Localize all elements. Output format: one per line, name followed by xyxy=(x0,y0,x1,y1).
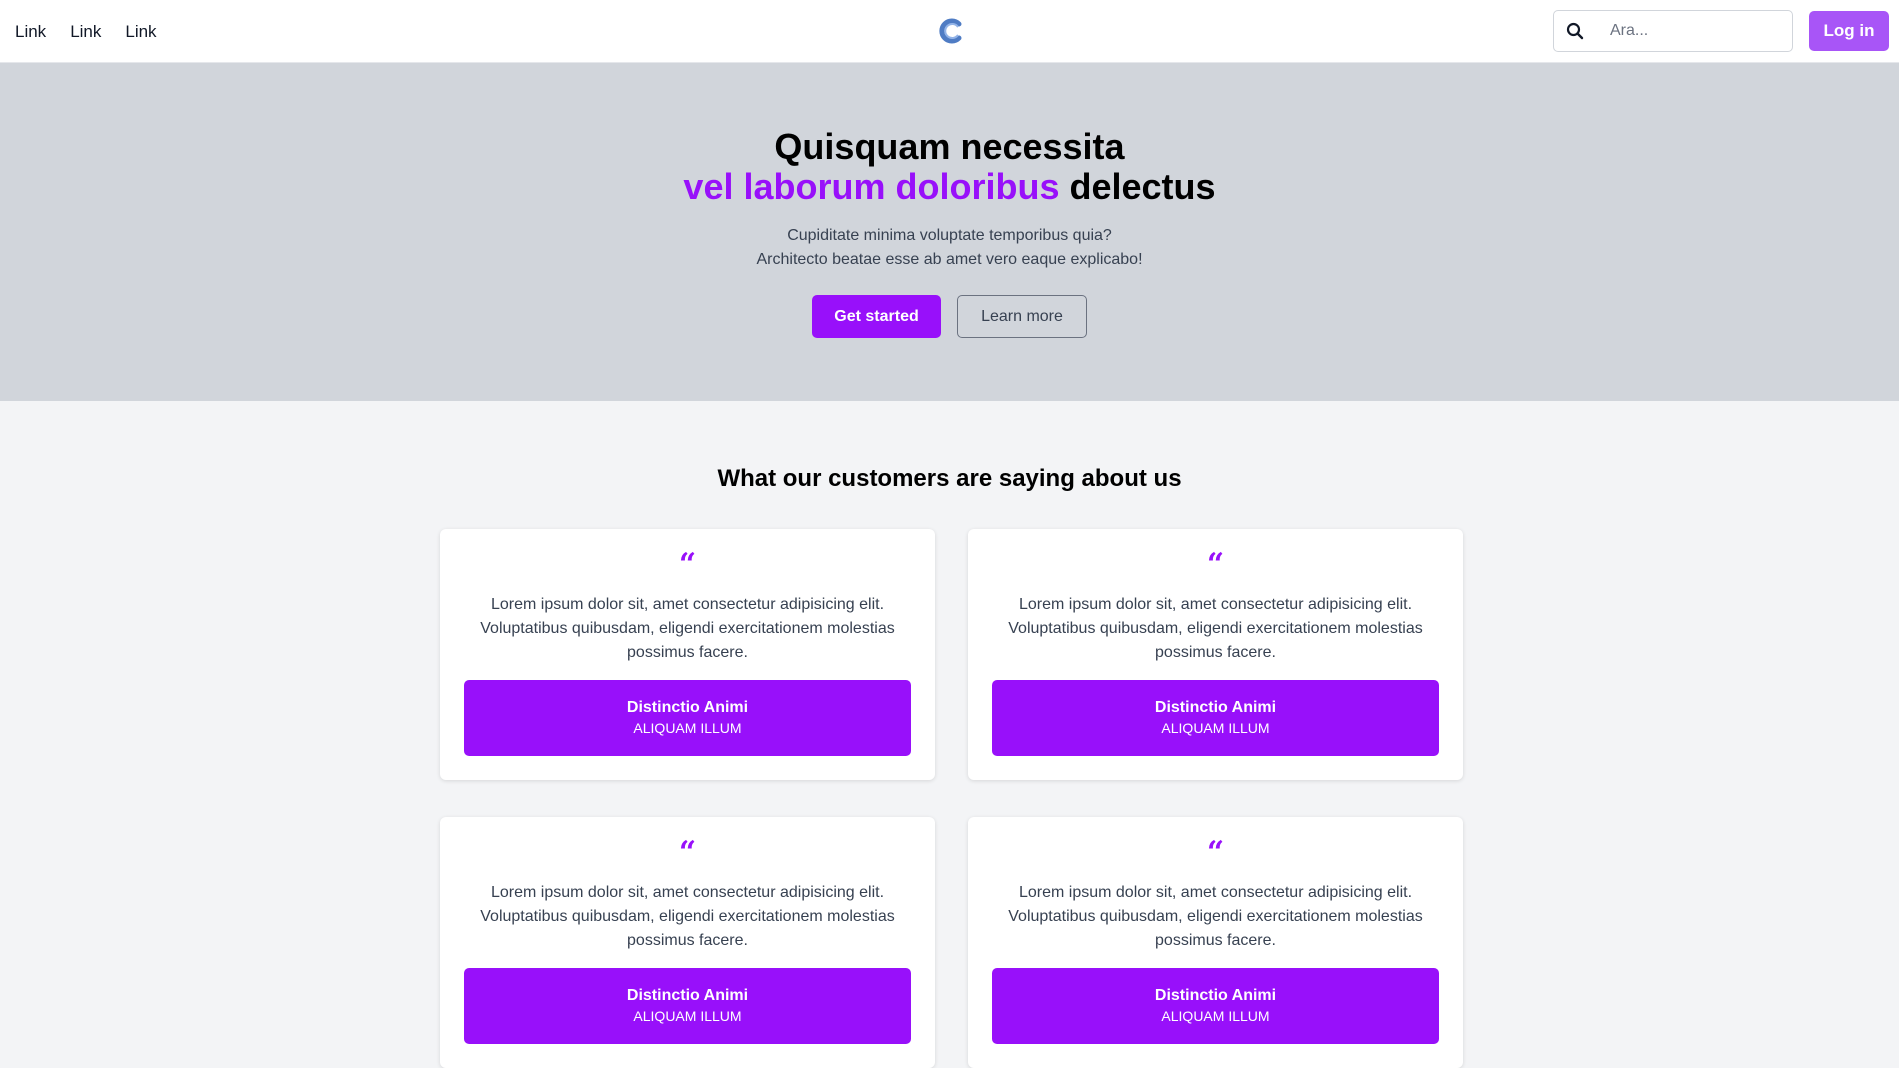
nav-link-1[interactable]: Link xyxy=(15,22,46,42)
nav-link-3[interactable]: Link xyxy=(125,22,156,42)
testimonial-author: Distinctio Animi ALIQUAM ILLUM xyxy=(464,680,911,756)
hero-title-accent: vel laborum doloribus xyxy=(683,166,1060,207)
quote-icon: “ xyxy=(678,835,697,870)
nav-links: Link Link Link xyxy=(15,0,157,63)
learn-more-button[interactable]: Learn more xyxy=(957,295,1087,338)
author-name: Distinctio Animi xyxy=(626,699,749,716)
testimonial-text: Lorem ipsum dolor sit, amet consectetur … xyxy=(480,596,895,661)
testimonial-text: Lorem ipsum dolor sit, amet consectetur … xyxy=(1008,884,1423,949)
author-name: Distinctio Animi xyxy=(1154,987,1277,1004)
testimonial-author: Distinctio Animi ALIQUAM ILLUM xyxy=(992,680,1439,756)
hero-section: Quisquam necessita vel laborum doloribus… xyxy=(0,63,1899,401)
testimonial-text: Lorem ipsum dolor sit, amet consectetur … xyxy=(1008,596,1423,661)
quote-icon: “ xyxy=(678,547,697,582)
hero-subtitle-line2: Architecto beatae esse ab amet vero eaqu… xyxy=(756,251,1143,268)
testimonial-card: “ Lorem ipsum dolor sit, amet consectetu… xyxy=(440,529,935,780)
quote-icon: “ xyxy=(1206,835,1225,870)
quote-icon: “ xyxy=(1206,547,1225,582)
nav-link-2[interactable]: Link xyxy=(70,22,101,42)
search-icon[interactable] xyxy=(1554,11,1596,51)
hero-title: Quisquam necessita vel laborum doloribus… xyxy=(0,127,1899,207)
search-input[interactable] xyxy=(1596,13,1776,49)
get-started-button[interactable]: Get started xyxy=(812,295,941,338)
hero-actions: Get started Learn more xyxy=(0,295,1899,338)
hero-title-line1: Quisquam necessita xyxy=(774,126,1125,167)
testimonial-card: “ Lorem ipsum dolor sit, amet consectetu… xyxy=(968,817,1463,1068)
search-box xyxy=(1553,10,1793,52)
testimonial-card: “ Lorem ipsum dolor sit, amet consectetu… xyxy=(440,817,935,1068)
author-role: ALIQUAM ILLUM xyxy=(1161,720,1270,736)
login-button[interactable]: Log in xyxy=(1809,11,1889,51)
brand-logo-icon[interactable] xyxy=(937,17,965,45)
author-name: Distinctio Animi xyxy=(626,987,749,1004)
author-role: ALIQUAM ILLUM xyxy=(633,720,742,736)
hero-title-end: delectus xyxy=(1069,166,1216,207)
author-role: ALIQUAM ILLUM xyxy=(1161,1008,1270,1024)
testimonials-title: What our customers are saying about us xyxy=(717,465,1182,492)
testimonial-text: Lorem ipsum dolor sit, amet consectetur … xyxy=(480,884,895,949)
author-role: ALIQUAM ILLUM xyxy=(633,1008,742,1024)
testimonial-author: Distinctio Animi ALIQUAM ILLUM xyxy=(464,968,911,1044)
author-name: Distinctio Animi xyxy=(1154,699,1277,716)
hero-subtitle: Cupiditate minima voluptate temporibus q… xyxy=(0,224,1899,272)
top-navbar: Link Link Link Log in xyxy=(0,0,1899,63)
testimonial-author: Distinctio Animi ALIQUAM ILLUM xyxy=(992,968,1439,1044)
testimonial-card: “ Lorem ipsum dolor sit, amet consectetu… xyxy=(968,529,1463,780)
hero-subtitle-line1: Cupiditate minima voluptate temporibus q… xyxy=(787,227,1112,244)
